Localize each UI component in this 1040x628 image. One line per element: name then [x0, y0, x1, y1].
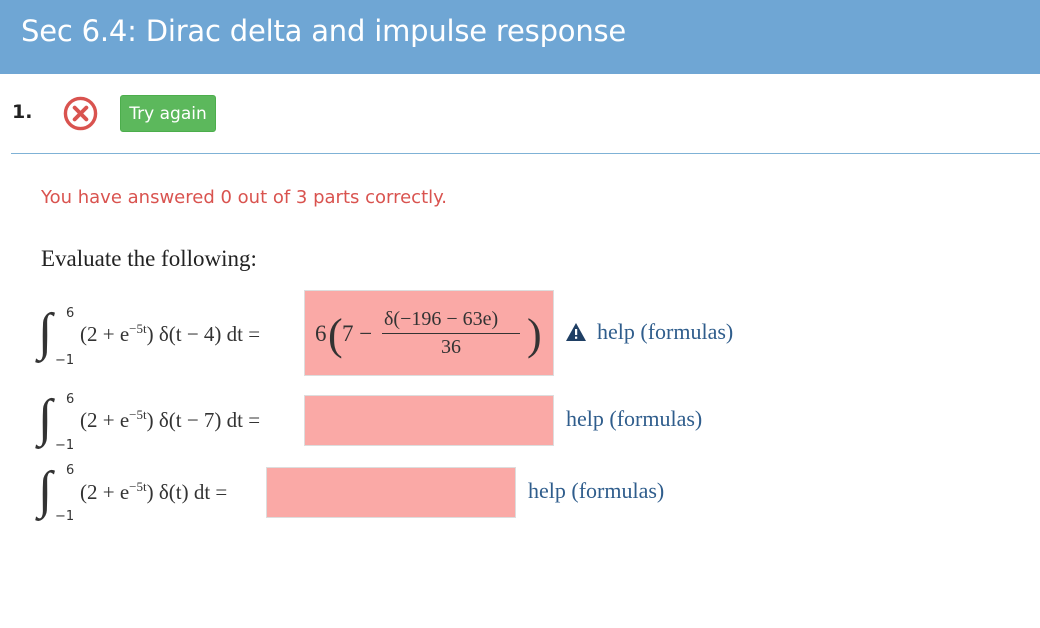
answer-denominator: 36 [441, 336, 461, 358]
warning-triangle-icon [566, 323, 586, 341]
integral-sign: ∫ [38, 304, 53, 361]
answer-input-1[interactable]: 6 ( 7 − δ(−196 − 63e) 36 ) [304, 290, 554, 376]
answer-lead: 7 − [342, 321, 373, 346]
lower-limit: −1 [55, 353, 75, 368]
upper-limit: 6 [66, 306, 75, 321]
page-title: Sec 6.4: Dirac delta and impulse respons… [21, 14, 627, 48]
lower-limit: −1 [55, 438, 75, 453]
try-again-button[interactable]: Try again [120, 95, 216, 132]
answer-input-3[interactable] [266, 467, 516, 518]
lower-limit: −1 [55, 509, 75, 524]
incorrect-x-icon [63, 96, 98, 131]
divider [11, 153, 1040, 154]
integral-sign: ∫ [38, 462, 53, 519]
right-paren: ) [527, 310, 542, 359]
upper-limit: 6 [66, 463, 75, 478]
status-message: You have answered 0 out of 3 parts corre… [41, 187, 447, 208]
help-formulas-link-2[interactable]: help (formulas) [566, 406, 702, 432]
integrand: (2 + e−5t) δ(t − 7) dt = [80, 407, 261, 432]
help-formulas-link-1[interactable]: help (formulas) [597, 319, 733, 345]
answer-coefficient: 6 [315, 321, 327, 346]
answer-input-2[interactable] [304, 395, 554, 446]
integrand: (2 + e−5t) δ(t) dt = [80, 479, 228, 504]
question-prompt: Evaluate the following: [41, 246, 257, 271]
answer-numerator: δ(−196 − 63e) [384, 308, 499, 330]
integrand: (2 + e−5t) δ(t − 4) dt = [80, 321, 261, 346]
left-paren: ( [328, 310, 343, 359]
page-header: Sec 6.4: Dirac delta and impulse respons… [0, 0, 1040, 74]
fraction-bar [382, 333, 520, 334]
question-number: 1. [12, 101, 33, 123]
help-formulas-link-3[interactable]: help (formulas) [528, 478, 664, 504]
upper-limit: 6 [66, 392, 75, 407]
integral-sign: ∫ [38, 390, 53, 447]
